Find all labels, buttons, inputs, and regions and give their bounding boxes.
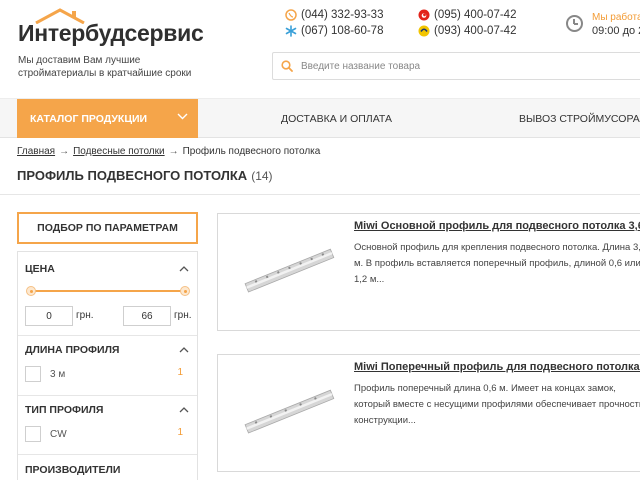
phone-1[interactable]: (044) 332-93-33 bbox=[285, 9, 383, 21]
filter-divider bbox=[18, 335, 197, 336]
search-input[interactable] bbox=[301, 60, 621, 72]
lifecell-icon bbox=[418, 25, 430, 37]
breadcrumb-arrow-icon: → bbox=[168, 146, 179, 157]
product-description: Основной профиль для крепления подвесног… bbox=[354, 242, 640, 285]
page-title: ПРОФИЛЬ ПОДВЕСНОГО ПОТОЛКА (14) bbox=[17, 168, 273, 183]
filter-length-title[interactable]: ДЛИНА ПРОФИЛЯ bbox=[25, 344, 119, 356]
work-hours-label: Мы работаем bbox=[592, 12, 640, 23]
filter-price-title[interactable]: ЦЕНА bbox=[25, 263, 55, 275]
product-card[interactable]: Miwi Основной профиль для подвесного пот… bbox=[217, 213, 640, 331]
product-count: (14) bbox=[251, 169, 273, 183]
type-option-label: CW bbox=[50, 429, 67, 440]
phone-number: (044) 332-93-33 bbox=[301, 9, 384, 21]
work-hours-value: 09:00 до 2 bbox=[592, 25, 640, 37]
chevron-down-icon bbox=[177, 113, 188, 120]
product-title-link[interactable]: Miwi Основной профиль для подвесного пот… bbox=[354, 220, 640, 232]
search-bar[interactable] bbox=[272, 52, 640, 80]
product-description: Профиль поперечный длина 0,6 м. Имеет на… bbox=[354, 383, 640, 426]
site-header: Интербудсервис Мы доставим Вам лучшие ст… bbox=[0, 0, 640, 98]
clock-icon bbox=[566, 15, 583, 32]
breadcrumb-current: Профиль подвесного потолка bbox=[182, 146, 321, 157]
chevron-up-icon[interactable] bbox=[179, 266, 189, 272]
type-cw-checkbox[interactable] bbox=[25, 426, 41, 442]
length-option-count: 1 bbox=[177, 367, 183, 378]
site-logo[interactable]: Интербудсервис bbox=[18, 8, 204, 48]
vodafone-icon bbox=[418, 9, 430, 21]
search-icon[interactable] bbox=[281, 60, 293, 72]
kyivstar-icon bbox=[285, 9, 297, 21]
price-slider-min-handle[interactable] bbox=[26, 286, 36, 296]
chevron-up-icon[interactable] bbox=[179, 407, 189, 413]
filter-divider bbox=[18, 454, 197, 455]
type-option-count: 1 bbox=[177, 427, 183, 438]
catalog-menu-button[interactable]: КАТАЛОГ ПРОДУКЦИИ bbox=[17, 99, 198, 138]
price-slider-max-handle[interactable] bbox=[180, 286, 190, 296]
filter-params-button[interactable]: ПОДБОР ПО ПАРАМЕТРАМ bbox=[17, 212, 198, 244]
filter-type-title[interactable]: ТИП ПРОФИЛЯ bbox=[25, 404, 103, 416]
product-title-link[interactable]: Miwi Поперечный профиль для подвесного п… bbox=[354, 361, 640, 373]
product-image[interactable] bbox=[240, 222, 340, 322]
filter-manufacturers-title[interactable]: ПРОИЗВОДИТЕЛИ bbox=[25, 464, 120, 476]
breadcrumb-home-link[interactable]: Главная bbox=[17, 146, 55, 157]
nav-item-delivery[interactable]: ДОСТАВКА И ОПЛАТА bbox=[281, 99, 392, 138]
breadcrumb: Главная → Подвесные потолки → Профиль по… bbox=[17, 146, 320, 157]
price-max-input[interactable] bbox=[123, 306, 171, 326]
product-image[interactable] bbox=[240, 363, 340, 463]
price-unit: грн. bbox=[76, 310, 94, 321]
breadcrumb-arrow-icon: → bbox=[59, 146, 70, 157]
phone-number: (095) 400-07-42 bbox=[434, 9, 517, 21]
phone-4[interactable]: (093) 400-07-42 bbox=[418, 25, 516, 37]
price-min-input[interactable] bbox=[25, 306, 73, 326]
filter-sidebar: ЦЕНА грн. грн. ДЛИНА ПРОФИЛЯ 3 м 1 ТИП П… bbox=[17, 251, 198, 480]
logo-text: Интербудсервис bbox=[18, 20, 204, 46]
main-nav: КАТАЛОГ ПРОДУКЦИИ ДОСТАВКА И ОПЛАТА ВЫВО… bbox=[0, 98, 640, 138]
phone-3[interactable]: (095) 400-07-42 bbox=[418, 9, 516, 21]
tagline: Мы доставим Вам лучшие стройматериалы в … bbox=[18, 55, 192, 79]
length-3m-checkbox[interactable] bbox=[25, 366, 41, 382]
chevron-up-icon[interactable] bbox=[179, 347, 189, 353]
length-option-label: 3 м bbox=[50, 369, 66, 380]
nav-item-waste-removal[interactable]: ВЫВОЗ СТРОЙМУСОРА bbox=[519, 99, 640, 138]
catalog-label: КАТАЛОГ ПРОДУКЦИИ bbox=[30, 112, 148, 125]
page-title-text: ПРОФИЛЬ ПОДВЕСНОГО ПОТОЛКА bbox=[17, 168, 248, 183]
star-icon bbox=[285, 25, 297, 37]
breadcrumb-category-link[interactable]: Подвесные потолки bbox=[73, 146, 165, 157]
divider bbox=[0, 194, 640, 195]
product-card[interactable]: Miwi Поперечный профиль для подвесного п… bbox=[217, 354, 640, 472]
phone-number: (067) 108-60-78 bbox=[301, 25, 384, 37]
price-unit: грн. bbox=[174, 310, 192, 321]
price-slider-track[interactable] bbox=[31, 290, 186, 292]
filter-divider bbox=[18, 395, 197, 396]
phone-number: (093) 400-07-42 bbox=[434, 25, 517, 37]
phone-2[interactable]: (067) 108-60-78 bbox=[285, 25, 383, 37]
